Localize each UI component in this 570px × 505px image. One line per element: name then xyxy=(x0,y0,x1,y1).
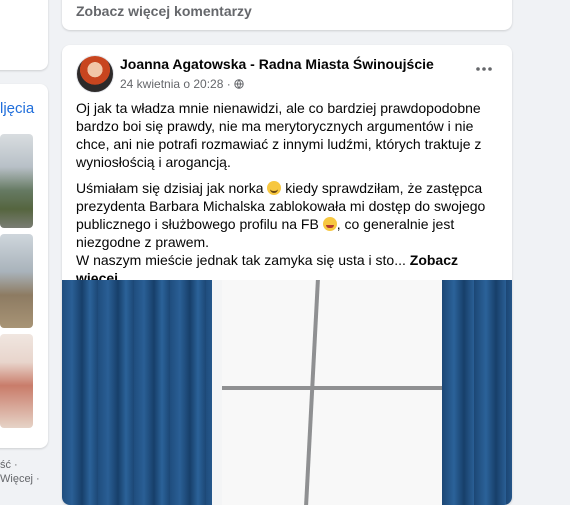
see-more-comments-link[interactable]: Zobacz więcej komentarzy xyxy=(76,3,252,19)
curtain xyxy=(62,280,212,505)
post-timestamp[interactable]: 24 kwietnia o 20:28 · xyxy=(120,77,231,91)
post-text: Oj jak ta władza mnie nienawidzi, ale co… xyxy=(76,99,496,287)
post-author-name[interactable]: Joanna Agatowska - Radna Miasta Świnoujś… xyxy=(120,56,434,72)
previous-post-footer: Zobacz więcej komentarzy xyxy=(62,0,512,30)
window-frame xyxy=(222,386,452,390)
post-photo[interactable] xyxy=(62,280,512,505)
post-options-button[interactable] xyxy=(470,59,498,79)
window-pane xyxy=(222,280,452,505)
sidebar-photos-link[interactable]: ljęcia xyxy=(0,100,34,117)
sidebar-photo-thumbnail[interactable] xyxy=(0,134,33,228)
grinning-emoji-icon xyxy=(267,181,282,195)
sidebar-footer-line[interactable]: ść · xyxy=(0,458,40,472)
post-meta: 24 kwietnia o 20:28 · xyxy=(120,77,244,91)
sidebar-photo-thumbnail[interactable] xyxy=(0,234,33,328)
post-paragraph: Oj jak ta władza mnie nienawidzi, ale co… xyxy=(76,100,482,170)
winking-tongue-emoji-icon xyxy=(322,217,337,231)
left-sidebar-card-top xyxy=(0,0,48,70)
sidebar-photo-thumbnail[interactable] xyxy=(0,334,33,428)
curtain xyxy=(442,280,512,505)
more-dots-icon xyxy=(476,67,492,71)
author-avatar[interactable] xyxy=(76,55,114,93)
left-sidebar-card-photos: ljęcia xyxy=(0,84,48,448)
post-paragraph: Uśmiałam się dzisiaj jak norka kiedy spr… xyxy=(76,179,496,251)
post-text-span: Uśmiałam się dzisiaj jak norka xyxy=(76,180,268,196)
feed-post: Joanna Agatowska - Radna Miasta Świnoujś… xyxy=(62,45,512,505)
sidebar-footer-links: ść · Więcej · xyxy=(0,458,40,486)
post-text-span: W naszym mieście jednak tak zamyka się u… xyxy=(76,252,410,268)
globe-icon xyxy=(234,79,244,89)
